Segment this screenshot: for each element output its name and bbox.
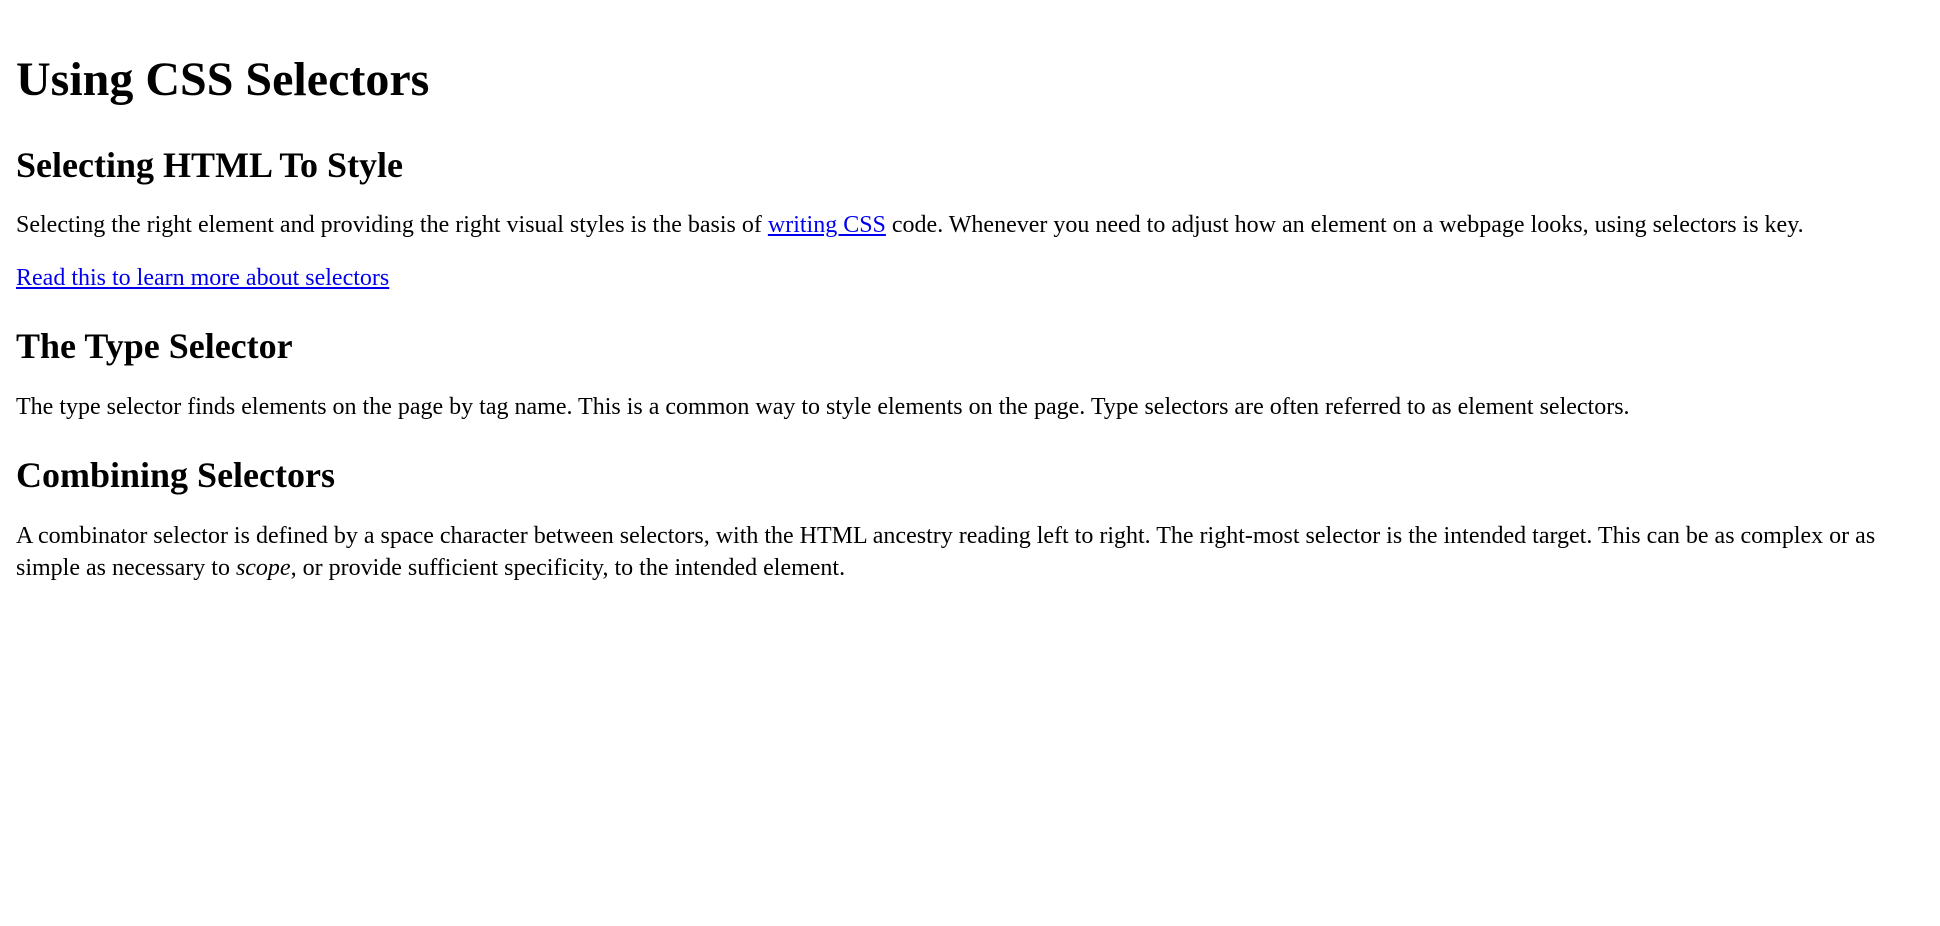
paragraph-text: Selecting the right element and providin… <box>16 212 768 238</box>
paragraph-selecting: Selecting the right element and providin… <box>16 209 1924 241</box>
paragraph-type-selector: The type selector finds elements on the … <box>16 391 1924 423</box>
learn-more-link[interactable]: Read this to learn more about selectors <box>16 265 389 291</box>
section-heading-combining: Combining Selectors <box>16 451 1924 500</box>
paragraph-text: , or provide sufficient specificity, to … <box>291 555 846 581</box>
section-heading-type-selector: The Type Selector <box>16 322 1924 371</box>
writing-css-link[interactable]: writing CSS <box>768 212 886 238</box>
section-heading-selecting: Selecting HTML To Style <box>16 141 1924 190</box>
emphasis-scope: scope <box>236 555 291 581</box>
paragraph-learn-more: Read this to learn more about selectors <box>16 262 1924 294</box>
paragraph-combining: A combinator selector is defined by a sp… <box>16 520 1924 585</box>
page-title: Using CSS Selectors <box>16 48 1924 113</box>
paragraph-text: code. Whenever you need to adjust how an… <box>886 212 1804 238</box>
